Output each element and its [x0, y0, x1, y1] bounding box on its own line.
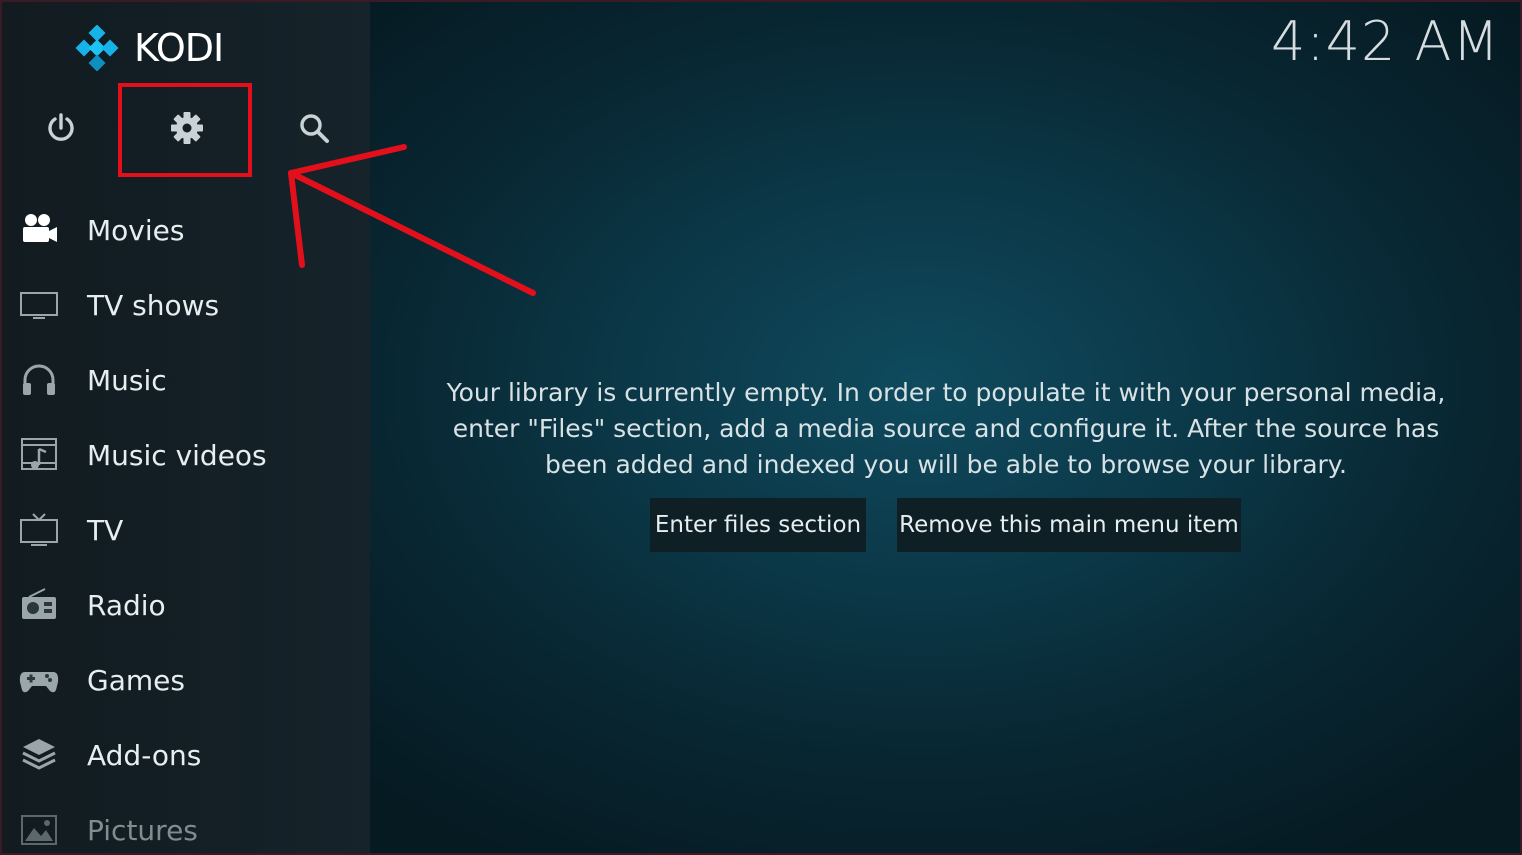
annotation-highlight-box [118, 83, 252, 177]
power-button[interactable] [39, 106, 83, 150]
sidebar-item-label: Music videos [87, 438, 267, 472]
clock: 4:42 AM [1271, 10, 1500, 73]
kodi-window: KODI Movies TV shows Music Music videos … [0, 0, 1522, 855]
sidebar-item-label: Add-ons [87, 738, 202, 772]
pictures-icon [18, 809, 60, 851]
kodi-logo-icon [75, 25, 119, 71]
sidebar-item-label: Pictures [87, 813, 198, 847]
power-icon [48, 113, 74, 141]
music-video-icon [18, 434, 60, 476]
remove-menu-item-button[interactable]: Remove this main menu item [897, 498, 1241, 552]
sidebar-item-label: TV [87, 513, 124, 547]
headphones-icon [18, 359, 60, 401]
sidebar-item-radio[interactable]: Radio [2, 575, 370, 635]
addons-box-icon [18, 734, 60, 776]
sidebar-item-label: Games [87, 663, 185, 697]
sidebar: KODI Movies TV shows Music Music videos … [2, 2, 370, 853]
search-icon [300, 114, 329, 143]
sidebar-item-music-videos[interactable]: Music videos [2, 425, 370, 485]
empty-library-message: Your library is currently empty. In orde… [446, 378, 1446, 479]
gamepad-icon [18, 659, 60, 701]
sidebar-item-tv-shows[interactable]: TV shows [2, 275, 370, 335]
tv-icon [18, 509, 60, 551]
enter-files-section-button[interactable]: Enter files section [650, 498, 866, 552]
monitor-icon [18, 284, 60, 326]
sidebar-item-pictures[interactable]: Pictures [2, 800, 370, 853]
movie-camera-icon [18, 209, 60, 251]
sidebar-item-label: Movies [87, 213, 185, 247]
sidebar-item-music[interactable]: Music [2, 350, 370, 410]
search-button[interactable] [292, 106, 336, 150]
sidebar-item-label: TV shows [87, 288, 220, 322]
sidebar-item-label: Music [87, 363, 167, 397]
kodi-logo-text: KODI [134, 26, 224, 70]
radio-icon [18, 584, 60, 626]
kodi-logo: KODI [74, 25, 244, 71]
sidebar-item-games[interactable]: Games [2, 650, 370, 710]
sidebar-item-movies[interactable]: Movies [2, 200, 370, 260]
sidebar-item-tv[interactable]: TV [2, 500, 370, 560]
sidebar-item-label: Radio [87, 588, 166, 622]
sidebar-item-add-ons[interactable]: Add-ons [2, 725, 370, 785]
